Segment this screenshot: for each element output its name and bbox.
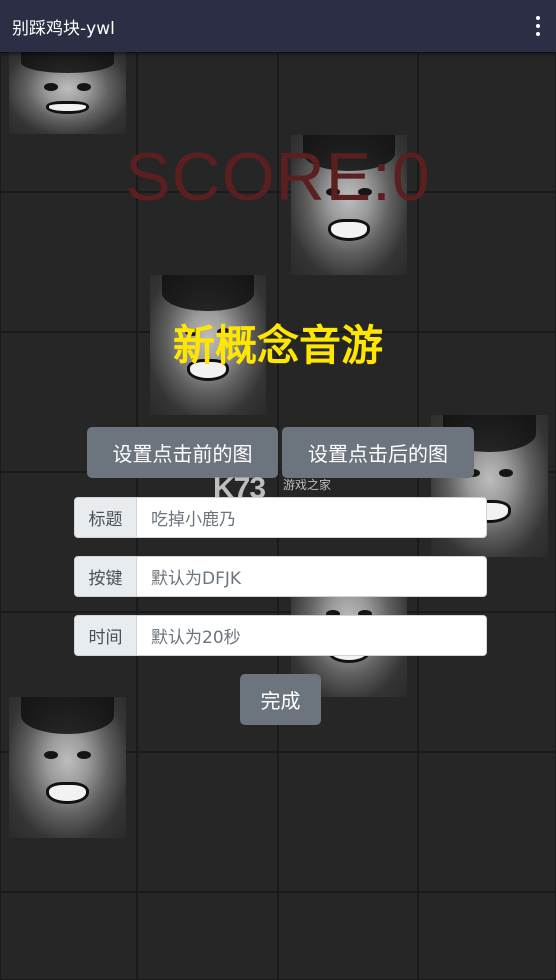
game-headline: 新概念音游 <box>172 321 383 370</box>
grid-tile[interactable] <box>418 892 556 980</box>
title-input[interactable]: 吃掉小鹿乃 <box>137 497 487 538</box>
set-after-image-button[interactable]: 设置点击后的图 <box>282 427 474 478</box>
keys-label: 按键 <box>74 556 137 597</box>
time-field-group: 时间 默认为20秒 <box>74 615 487 656</box>
grid-tile[interactable] <box>278 752 418 892</box>
tile-image[interactable] <box>9 697 126 838</box>
grid-tile[interactable] <box>137 752 278 892</box>
time-label: 时间 <box>74 615 137 656</box>
grid-tile[interactable] <box>137 892 278 980</box>
score-display: SCORE:0 <box>125 139 431 215</box>
time-input[interactable]: 默认为20秒 <box>137 615 487 656</box>
set-before-image-button[interactable]: 设置点击前的图 <box>87 427 278 478</box>
title-label: 标题 <box>74 497 137 538</box>
done-button[interactable]: 完成 <box>240 674 321 725</box>
app-title: 别踩鸡块-ywl <box>12 18 115 39</box>
app-bar: 别踩鸡块-ywl <box>0 0 556 52</box>
tile-image[interactable] <box>9 52 126 134</box>
grid-tile[interactable] <box>418 752 556 892</box>
grid-tile[interactable] <box>0 892 137 980</box>
grid-tile[interactable] <box>278 892 418 980</box>
keys-input[interactable]: 默认为DFJK <box>137 556 487 597</box>
keys-field-group: 按键 默认为DFJK <box>74 556 487 597</box>
title-field-group: 标题 吃掉小鹿乃 <box>74 497 487 538</box>
more-vert-icon[interactable] <box>534 16 542 36</box>
